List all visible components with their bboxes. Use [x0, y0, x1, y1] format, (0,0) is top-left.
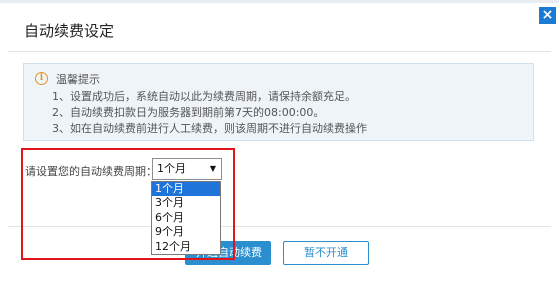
cycle-option[interactable]: 6个月 — [152, 211, 220, 225]
skip-button[interactable]: 暂不开通 — [283, 241, 369, 265]
notice-panel: i 温馨提示 1、设置成功后，系统自动以此为续费周期，请保持余额充足。 2、自动… — [23, 63, 534, 141]
renewal-cycle-select[interactable]: 1个月 ▼ — [152, 158, 222, 180]
notice-title: 温馨提示 — [56, 73, 100, 86]
footer-divider — [8, 226, 551, 227]
dialog-title: 自动续费设定 — [24, 22, 115, 40]
cycle-option[interactable]: 1个月 — [152, 182, 220, 197]
close-icon[interactable]: × — [539, 7, 556, 24]
dropdown-arrow-icon: ▼ — [209, 164, 216, 173]
renewal-cycle-options: 1个月 3个月 6个月 9个月 12个月 — [151, 181, 221, 255]
top-border — [0, 0, 559, 3]
notice-line: 2、自动续费扣款日为服务器到期前第7天的08:00:00。 — [52, 106, 325, 119]
info-icon: i — [35, 72, 48, 85]
notice-line: 3、如在自动续费前进行人工续费，则该周期不进行自动续费操作 — [52, 122, 367, 135]
notice-line: 1、设置成功后，系统自动以此为续费周期，请保持余额充足。 — [52, 90, 356, 103]
renewal-cycle-label: 请设置您的自动续费周期： — [25, 165, 157, 178]
cycle-option[interactable]: 12个月 — [152, 240, 220, 254]
cycle-option[interactable]: 3个月 — [152, 196, 220, 210]
title-divider — [8, 51, 551, 52]
renewal-cycle-value: 1个月 — [157, 162, 186, 175]
cycle-option[interactable]: 9个月 — [152, 225, 220, 239]
